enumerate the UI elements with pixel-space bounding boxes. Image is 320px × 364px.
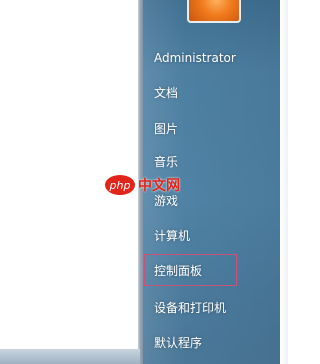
menu-item-music[interactable]: 音乐 bbox=[147, 148, 279, 174]
menu-item-label: 图片 bbox=[154, 121, 179, 136]
menu-item-user-folder[interactable]: Administrator bbox=[147, 45, 279, 71]
menu-item-pictures[interactable]: 图片 bbox=[147, 115, 279, 141]
menu-item-label: 设备和打印机 bbox=[154, 300, 227, 315]
menu-item-devices-and-printers[interactable]: 设备和打印机 bbox=[147, 294, 279, 320]
menu-item-label: 计算机 bbox=[154, 228, 191, 243]
menu-item-label: 音乐 bbox=[154, 154, 179, 169]
watermark-logo: php bbox=[105, 175, 135, 195]
menu-item-label: Administrator bbox=[154, 51, 236, 65]
menu-item-label: 默认程序 bbox=[154, 335, 203, 350]
menu-item-label: 控制面板 bbox=[154, 263, 203, 278]
menu-item-computer[interactable]: 计算机 bbox=[147, 222, 279, 248]
watermark-text: 中文网 bbox=[138, 178, 180, 194]
program-list-footer bbox=[0, 349, 140, 364]
menu-item-label: 文档 bbox=[154, 85, 179, 100]
watermark: php 中文网 bbox=[105, 174, 180, 196]
menu-item-documents[interactable]: 文档 bbox=[147, 79, 279, 105]
user-picture[interactable] bbox=[187, 0, 241, 23]
menu-item-default-programs[interactable]: 默认程序 bbox=[147, 329, 279, 355]
start-menu-right-edge bbox=[280, 0, 288, 364]
menu-item-control-panel[interactable]: 控制面板 bbox=[144, 254, 237, 286]
